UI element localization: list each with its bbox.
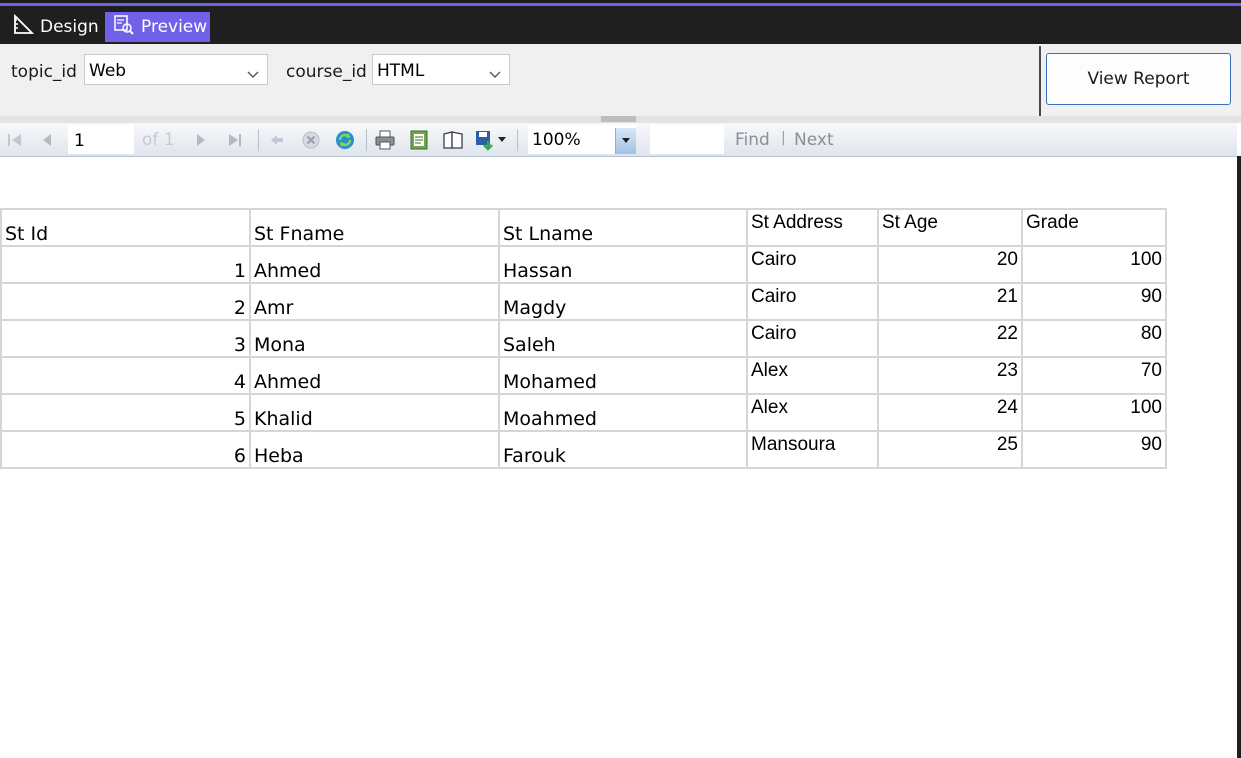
table-cell: 90 bbox=[1021, 430, 1167, 469]
tab-design-label: Design bbox=[40, 17, 99, 37]
table-cell: 80 bbox=[1021, 319, 1167, 358]
table-cell: 22 bbox=[877, 319, 1023, 358]
tab-preview-label: Preview bbox=[141, 17, 208, 37]
table-cell: 24 bbox=[877, 393, 1023, 432]
chevron-down-icon bbox=[489, 64, 501, 84]
previous-page-icon[interactable] bbox=[36, 129, 58, 151]
table-cell: 23 bbox=[877, 356, 1023, 395]
find-text-input[interactable] bbox=[650, 125, 724, 154]
table-cell: 70 bbox=[1021, 356, 1167, 395]
table-cell: 100 bbox=[1021, 245, 1167, 284]
table-cell: 5 bbox=[0, 393, 251, 432]
parameter-area: topic_id Web course_id HTML View Report bbox=[0, 44, 1241, 116]
column-header: St Lname bbox=[498, 208, 748, 247]
tab-design[interactable]: Design bbox=[4, 12, 102, 42]
page-setup-icon[interactable] bbox=[442, 129, 464, 151]
table-cell: 20 bbox=[877, 245, 1023, 284]
designer-tab-bar: Design Preview bbox=[0, 6, 1241, 45]
chevron-down-icon[interactable] bbox=[615, 128, 636, 154]
refresh-icon[interactable] bbox=[334, 129, 356, 151]
page-number-input[interactable] bbox=[68, 125, 134, 154]
table-cell: Alex bbox=[746, 393, 879, 432]
zoom-value: 100% bbox=[532, 130, 581, 150]
table-cell: Moahmed bbox=[498, 393, 748, 432]
view-report-button[interactable]: View Report bbox=[1046, 53, 1231, 105]
next-page-icon[interactable] bbox=[190, 129, 212, 151]
table-cell: Amr bbox=[249, 282, 500, 321]
find-separator: | bbox=[781, 130, 786, 146]
table-cell: Farouk bbox=[498, 430, 748, 469]
table-cell: Mansoura bbox=[746, 430, 879, 469]
table-row: 2 Amr Magdy Cairo 21 90 bbox=[0, 282, 1167, 321]
chevron-down-icon bbox=[247, 64, 259, 84]
toolbar-separator bbox=[366, 129, 367, 151]
table-row: 5 Khalid Moahmed Alex 24 100 bbox=[0, 393, 1167, 432]
table-cell: Cairo bbox=[746, 282, 879, 321]
print-layout-icon[interactable] bbox=[408, 129, 430, 151]
table-cell: 90 bbox=[1021, 282, 1167, 321]
find-link[interactable]: Find bbox=[735, 130, 770, 150]
table-cell: 3 bbox=[0, 319, 251, 358]
print-icon[interactable] bbox=[374, 129, 396, 151]
export-icon[interactable] bbox=[474, 129, 496, 151]
table-cell: 6 bbox=[0, 430, 251, 469]
table-cell: 4 bbox=[0, 356, 251, 395]
toolbar-separator bbox=[258, 129, 259, 151]
back-icon[interactable] bbox=[266, 129, 288, 151]
table-cell: Heba bbox=[249, 430, 500, 469]
report-table: St Id St Fname St Lname St Address St Age Gra… bbox=[0, 208, 1167, 469]
topic-id-value: Web bbox=[89, 61, 127, 81]
table-cell: Saleh bbox=[498, 319, 748, 358]
table-cell: 1 bbox=[0, 245, 251, 284]
table-cell: Cairo bbox=[746, 319, 879, 358]
last-page-icon[interactable] bbox=[224, 129, 246, 151]
stop-icon[interactable] bbox=[300, 129, 322, 151]
ruler-triangle-icon bbox=[12, 13, 35, 41]
table-cell: 100 bbox=[1021, 393, 1167, 432]
table-row: 1 Ahmed Hassan Cairo 20 100 bbox=[0, 245, 1167, 284]
column-header: St Age bbox=[877, 208, 1023, 247]
table-cell: Hassan bbox=[498, 245, 748, 284]
column-header: St Address bbox=[746, 208, 879, 247]
table-cell: 2 bbox=[0, 282, 251, 321]
page-count-label: of 1 bbox=[142, 130, 175, 150]
find-next-link[interactable]: Next bbox=[794, 130, 834, 150]
table-cell: 21 bbox=[877, 282, 1023, 321]
topic-id-label: topic_id bbox=[11, 62, 77, 82]
window-accent-strip bbox=[0, 0, 1241, 6]
collapse-parameters-handle[interactable] bbox=[601, 116, 636, 122]
table-cell: 25 bbox=[877, 430, 1023, 469]
table-cell: Mona bbox=[249, 319, 500, 358]
table-row: 6 Heba Farouk Mansoura 25 90 bbox=[0, 430, 1167, 469]
table-cell: Ahmed bbox=[249, 356, 500, 395]
table-header-row: St Id St Fname St Lname St Address St Age Gra… bbox=[0, 208, 1167, 247]
table-cell: Alex bbox=[746, 356, 879, 395]
topic-id-select[interactable]: Web bbox=[84, 54, 268, 85]
course-id-value: HTML bbox=[377, 61, 425, 81]
tab-preview[interactable]: Preview bbox=[105, 12, 210, 42]
table-row: 3 Mona Saleh Cairo 22 80 bbox=[0, 319, 1167, 358]
column-header: St Id bbox=[0, 208, 251, 247]
table-cell: Mohamed bbox=[498, 356, 748, 395]
first-page-icon[interactable] bbox=[4, 129, 26, 151]
export-dropdown-icon[interactable] bbox=[496, 129, 508, 151]
column-header: Grade bbox=[1021, 208, 1167, 247]
course-id-label: course_id bbox=[286, 62, 367, 82]
toolbar-separator bbox=[517, 129, 518, 151]
table-cell: Magdy bbox=[498, 282, 748, 321]
parameter-divider bbox=[1039, 46, 1041, 116]
zoom-select[interactable]: 100% bbox=[528, 125, 636, 154]
viewer-right-edge bbox=[1237, 156, 1241, 758]
column-header: St Fname bbox=[249, 208, 500, 247]
table-cell: Ahmed bbox=[249, 245, 500, 284]
table-cell: Cairo bbox=[746, 245, 879, 284]
course-id-select[interactable]: HTML bbox=[372, 54, 510, 85]
preview-icon bbox=[113, 14, 135, 41]
report-toolbar: of 1 100% Find | Next bbox=[0, 123, 1237, 157]
table-cell: Khalid bbox=[249, 393, 500, 432]
table-row: 4 Ahmed Mohamed Alex 23 70 bbox=[0, 356, 1167, 395]
